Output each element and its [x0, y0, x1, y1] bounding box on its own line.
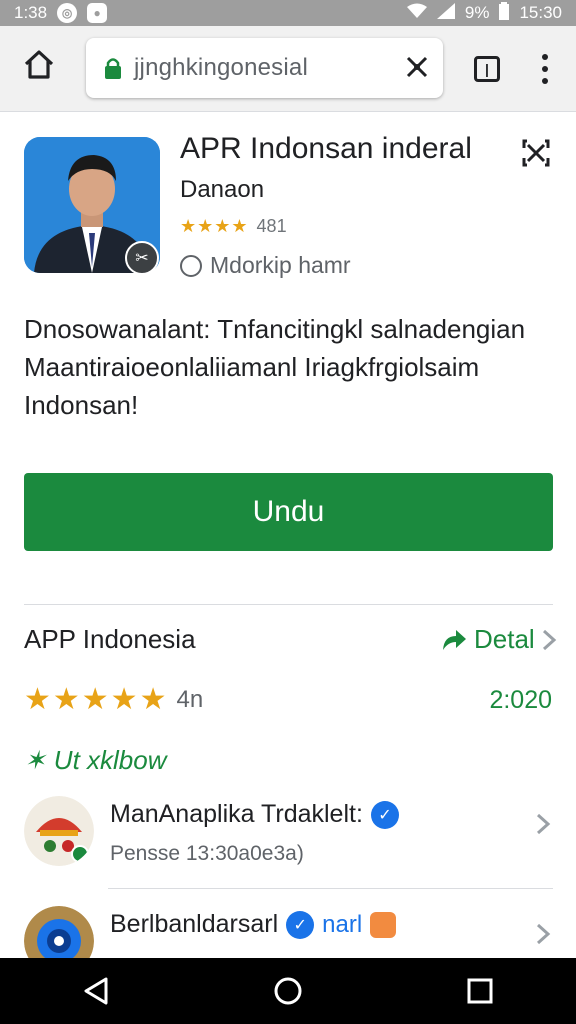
status-time: 1:38	[14, 3, 48, 22]
home-nav-button[interactable]	[268, 971, 308, 1011]
signal-icon	[436, 2, 455, 24]
list-item[interactable]: ManAnaplika Trdaklelt: ✓ Pensse 13:30a0e…	[24, 796, 553, 886]
rating-row: ★★★★ 481	[180, 216, 287, 237]
divider	[108, 888, 553, 889]
lock-icon	[105, 58, 121, 79]
star-rating-icon: ★★★★★	[24, 683, 169, 716]
chevron-right-icon	[542, 629, 556, 650]
menu-dot-icon	[542, 78, 548, 84]
share-arrow-icon	[443, 629, 466, 650]
verified-check-icon: ✓	[370, 800, 399, 829]
menu-dot-icon	[542, 54, 548, 60]
overflow-menu-button[interactable]	[537, 54, 553, 84]
url-text: jjnghkingonesial	[134, 54, 308, 81]
install-button[interactable]: Undu	[24, 473, 553, 551]
notification-app-icon: ●	[87, 3, 108, 23]
list-item-title: ManAnaplika Trdaklelt: ✓	[110, 800, 399, 829]
clock-time: 15:30	[519, 3, 562, 22]
home-circle-icon	[274, 977, 302, 1005]
clear-url-icon[interactable]	[403, 53, 431, 81]
list-item-tag: narl	[322, 910, 363, 938]
status-bar: 1:38 ◎ ● 9% 15:30	[0, 0, 576, 26]
address-bar[interactable]: jjnghkingonesial	[86, 38, 443, 98]
list-item-title: Berlbanldarsarl ✓ narl	[110, 910, 397, 939]
recents-button[interactable]	[460, 971, 500, 1011]
tab-switcher-button[interactable]: |	[474, 56, 500, 82]
app-title: APR Indonsan inderal	[180, 132, 472, 165]
app-description: Dnosowanalant: Tnfancitingkl salnadengia…	[24, 314, 526, 420]
list-item-app-icon	[24, 796, 94, 866]
rating-count: 481	[256, 216, 287, 236]
chevron-right-icon	[536, 813, 551, 835]
list-item-title-text: ManAnaplika Trdaklelt:	[110, 800, 363, 828]
star-rating-icon: ★★★★	[180, 216, 249, 236]
tab-count-icon: |	[485, 61, 489, 77]
version-text: 2:020	[489, 686, 552, 714]
expand-icon[interactable]	[521, 138, 551, 168]
related-label: Ut xklbow	[53, 745, 167, 775]
meta-text: Mdorkip hamr	[210, 252, 351, 278]
menu-dot-icon	[542, 66, 548, 72]
recents-square-icon	[467, 978, 493, 1004]
clock-icon	[180, 254, 202, 277]
home-icon	[24, 50, 54, 79]
tools-badge-icon: ✂	[125, 241, 159, 275]
list-item-title-text: Berlbanldarsarl	[110, 910, 279, 938]
list-item-subtitle: Pensse 13:30a0e3a)	[110, 842, 304, 865]
detail-link[interactable]: Detal	[440, 624, 557, 655]
badge-icon	[370, 911, 397, 938]
sparkle-icon: ✶	[24, 745, 46, 775]
developer-name[interactable]: Danaon	[180, 176, 264, 204]
verified-check-icon: ✓	[286, 910, 315, 939]
battery-icon	[499, 1, 510, 25]
section-title: APP Indonesia	[24, 624, 196, 654]
chevron-right-icon	[536, 923, 551, 945]
meta-row: Mdorkip hamr	[180, 252, 351, 279]
back-button[interactable]	[76, 971, 116, 1011]
detail-link-label: Detal	[474, 624, 535, 654]
home-button[interactable]	[22, 48, 56, 82]
battery-percent: 9%	[464, 3, 490, 22]
back-triangle-icon	[84, 977, 108, 1005]
navigation-bar	[0, 958, 576, 1024]
rating-stars: ★★★★★ 4n	[24, 682, 203, 717]
notification-circle-icon: ◎	[57, 3, 78, 23]
wifi-icon	[406, 3, 427, 24]
divider	[24, 604, 553, 605]
related-section-label: ✶ Ut xklbow	[24, 745, 167, 776]
rating-text: 4n	[176, 685, 204, 713]
browser-toolbar: jjnghkingonesial |	[0, 26, 576, 112]
